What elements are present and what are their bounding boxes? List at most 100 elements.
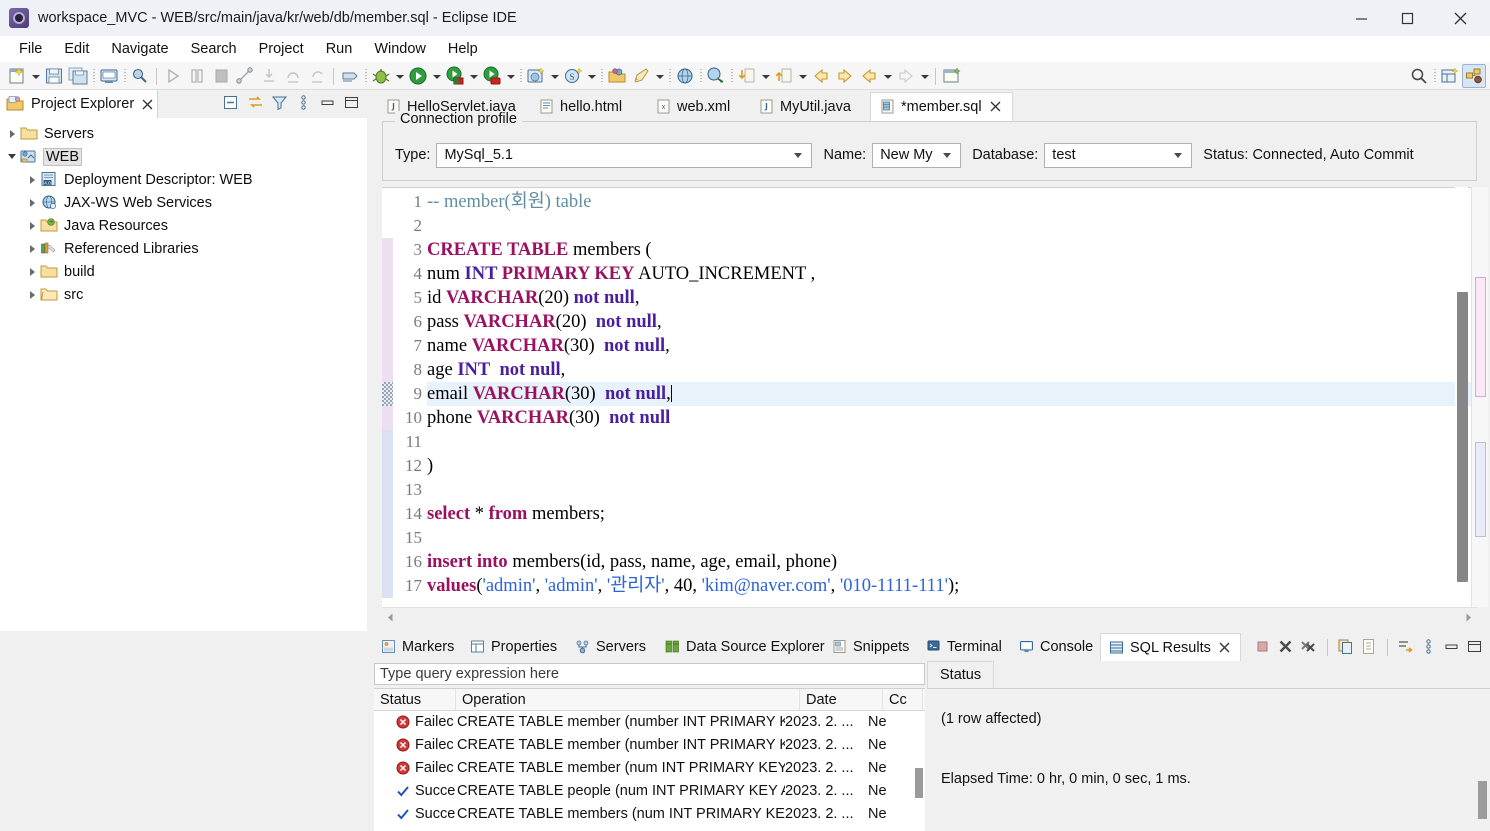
- profile-icon[interactable]: [481, 65, 503, 87]
- open-resource-icon[interactable]: [630, 65, 652, 87]
- menu-navigate[interactable]: Navigate: [100, 39, 179, 59]
- sql-code-editor[interactable]: 1 2 3 4 5 6 7 8 9 10 11 12 13 14 15 16 17 -- member(회원) …: [382, 187, 1477, 607]
- results-table-row[interactable]: Succe CREATE TABLE members (num INT PRIMA…: [374, 803, 925, 826]
- open-resource-dropdown-icon[interactable]: [653, 65, 666, 87]
- search-web-dropdown-icon[interactable]: [585, 65, 598, 87]
- maximize-icon[interactable]: [1466, 638, 1484, 656]
- terminate-icon[interactable]: [210, 65, 232, 87]
- code-line-13[interactable]: [427, 478, 1477, 502]
- results-vertical-scrollbar-thumb[interactable]: [915, 768, 923, 798]
- bottom-tab-servers[interactable]: Servers: [567, 633, 654, 661]
- code-line-10[interactable]: phone VARCHAR(30) not null: [427, 406, 1477, 430]
- step-into-icon[interactable]: [258, 65, 280, 87]
- tree-item-web[interactable]: WEB: [0, 145, 367, 168]
- minimize-icon[interactable]: [319, 94, 337, 112]
- editor-tab-web-xml[interactable]: x web.xml: [647, 92, 739, 121]
- profile-dropdown-icon[interactable]: [504, 65, 517, 87]
- code-line-9[interactable]: email VARCHAR(30) not null,: [427, 382, 1477, 406]
- new-wizard-icon[interactable]: [6, 65, 28, 87]
- export-icon[interactable]: [1360, 638, 1378, 656]
- web-browser-icon[interactable]: [674, 65, 696, 87]
- forward-history-icon[interactable]: [895, 65, 917, 87]
- search-web-icon[interactable]: S: [562, 65, 584, 87]
- run-server-icon[interactable]: [444, 65, 466, 87]
- code-line-4[interactable]: num INT PRIMARY KEY AUTO_INCREMENT ,: [427, 262, 1477, 286]
- new-server-icon[interactable]: [525, 65, 547, 87]
- next-annotation-icon[interactable]: [736, 65, 758, 87]
- search-icon[interactable]: [1408, 65, 1430, 87]
- menu-file[interactable]: File: [8, 39, 53, 59]
- code-line-3[interactable]: CREATE TABLE members (: [427, 238, 1477, 262]
- tree-item-java-resources[interactable]: Java Resources: [0, 214, 367, 237]
- back-history-dropdown-icon[interactable]: [881, 65, 894, 87]
- run-icon[interactable]: [407, 65, 429, 87]
- bottom-tab-properties[interactable]: Properties: [462, 633, 565, 661]
- bottom-tab-console[interactable]: Console: [1011, 633, 1101, 661]
- copy-icon[interactable]: [1337, 638, 1355, 656]
- column-header-date[interactable]: Date: [800, 689, 883, 710]
- new-wizard-dropdown-icon[interactable]: [29, 65, 42, 87]
- code-line-12[interactable]: ): [427, 454, 1477, 478]
- print-icon[interactable]: [98, 65, 120, 87]
- column-header-connection[interactable]: Cc: [883, 689, 923, 710]
- open-type-icon[interactable]: [606, 65, 628, 87]
- code-line-14[interactable]: select * from members;: [427, 502, 1477, 526]
- menu-project[interactable]: Project: [248, 39, 315, 59]
- name-combo[interactable]: New My: [872, 142, 962, 168]
- remove-icon[interactable]: [1277, 638, 1295, 656]
- tab-project-explorer[interactable]: Project Explorer: [0, 90, 158, 118]
- code-content[interactable]: -- member(회원) table CREATE TABLE members …: [427, 188, 1477, 607]
- type-combo[interactable]: MySql_5.1: [436, 142, 813, 168]
- back-history-icon[interactable]: [858, 65, 880, 87]
- results-table-row[interactable]: Succe CREATE TABLE people (num INT PRIMAR…: [374, 780, 925, 803]
- bottom-tab-markers[interactable]: Markers: [373, 633, 462, 661]
- status-vertical-scrollbar-thumb[interactable]: [1478, 781, 1487, 819]
- bottom-tab-data-source-explorer[interactable]: Data Source Explorer: [657, 633, 833, 661]
- menu-help[interactable]: Help: [437, 39, 489, 59]
- chevron-down-icon[interactable]: [6, 145, 20, 168]
- chevron-right-icon[interactable]: [26, 283, 40, 306]
- tree-item-servers[interactable]: Servers: [0, 122, 367, 145]
- step-over-icon[interactable]: [186, 65, 208, 87]
- editor-vertical-scrollbar-thumb[interactable]: [1457, 292, 1468, 582]
- results-body[interactable]: Failec CREATE TABLE member (number INT PR…: [374, 711, 925, 826]
- save-icon[interactable]: [43, 65, 65, 87]
- editor-tab-member-sql[interactable]: *member.sql: [870, 92, 1013, 121]
- code-line-2[interactable]: [427, 214, 1477, 238]
- run-server-dropdown-icon[interactable]: [467, 65, 480, 87]
- maximize-icon[interactable]: [1384, 0, 1430, 36]
- run-dropdown-icon[interactable]: [430, 65, 443, 87]
- save-all-icon[interactable]: [67, 65, 89, 87]
- tree-item-deployment-descriptor-web[interactable]: 4.0 Deployment Descriptor: WEB: [0, 168, 367, 191]
- code-line-15[interactable]: [427, 526, 1477, 550]
- menu-run[interactable]: Run: [315, 39, 364, 59]
- close-icon[interactable]: [141, 98, 154, 111]
- code-line-17[interactable]: values('admin', 'admin', '관리자', 40, 'kim…: [427, 574, 1477, 598]
- overview-ruler[interactable]: [1471, 187, 1488, 607]
- column-header-status[interactable]: Status: [374, 689, 456, 710]
- bottom-tab-terminal[interactable]: Terminal: [918, 633, 1010, 661]
- code-line-1[interactable]: -- member(회원) table: [427, 190, 1477, 214]
- code-line-6[interactable]: pass VARCHAR(20) not null,: [427, 310, 1477, 334]
- chevron-right-icon[interactable]: [6, 122, 20, 145]
- view-menu-icon[interactable]: [295, 94, 313, 112]
- stop-icon[interactable]: [1254, 638, 1272, 656]
- maximize-icon[interactable]: [343, 94, 361, 112]
- debug-dropdown-icon[interactable]: [393, 65, 406, 87]
- results-table-row[interactable]: Failec CREATE TABLE member (num INT PRIMA…: [374, 757, 925, 780]
- code-line-11[interactable]: [427, 430, 1477, 454]
- chevron-right-icon[interactable]: [26, 191, 40, 214]
- scroll-right-icon[interactable]: [1463, 611, 1474, 622]
- open-task-icon[interactable]: [339, 65, 361, 87]
- open-perspective-icon[interactable]: [1439, 65, 1461, 87]
- menu-search[interactable]: Search: [180, 39, 248, 59]
- bottom-tab-snippets[interactable]: Snippets: [824, 633, 917, 661]
- code-line-16[interactable]: insert into members(id, pass, name, age,…: [427, 550, 1477, 574]
- previous-annotation-icon[interactable]: [773, 65, 795, 87]
- remove-all-icon[interactable]: [1300, 638, 1318, 656]
- query-expression-input[interactable]: Type query expression here: [374, 663, 925, 685]
- step-return-icon[interactable]: [282, 65, 304, 87]
- editor-tab-myutil-java[interactable]: MyUtil.java: [750, 92, 860, 121]
- quick-access-icon[interactable]: [129, 65, 151, 87]
- forward-history-dropdown-icon[interactable]: [918, 65, 931, 87]
